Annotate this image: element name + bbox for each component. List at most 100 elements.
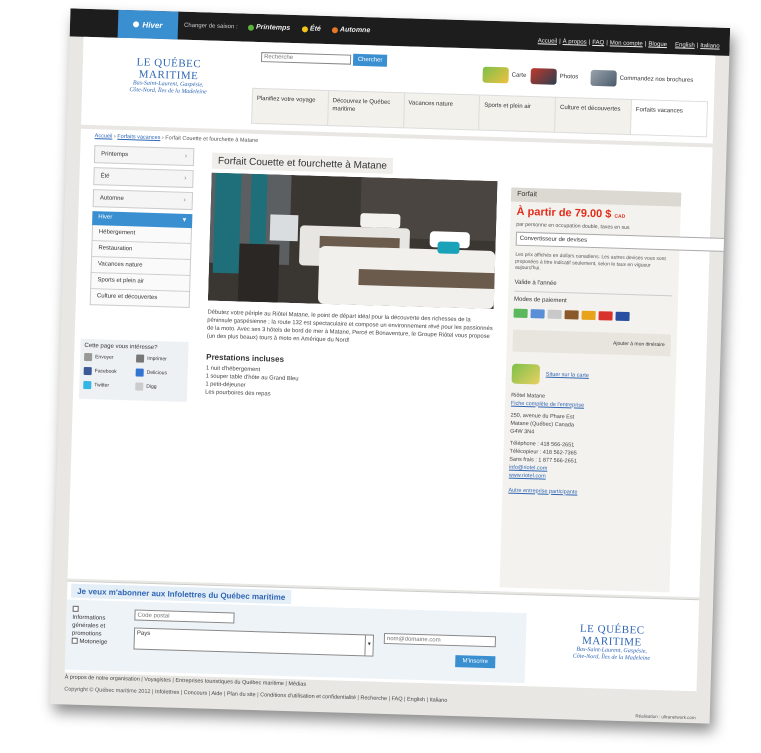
search-button[interactable]: Chercher [352,53,388,67]
breadcrumb-section[interactable]: Forfaits vacances [117,134,160,141]
share-label: Facebook [94,368,117,375]
footer-link[interactable]: English [407,697,425,704]
option-label: Motoneige [79,638,108,646]
share-email[interactable]: Envoyer [84,352,132,362]
season-link-automne[interactable]: Automne [331,26,371,35]
sidebar-item-automne[interactable]: Automne › [92,189,194,211]
quick-link-carte[interactable]: Carte [482,66,527,84]
sidebar-item-printemps[interactable]: Printemps › [93,145,195,167]
footer-link[interactable]: Plan du site [227,691,256,698]
footer-link[interactable]: Infolettres [155,689,179,696]
season-label: Printemps [255,23,291,32]
page-title: Forfait Couette et fourchette à Matane [211,152,394,174]
contact-block: Riôtel Matane Fiche complète de l'entrep… [503,387,676,488]
util-link[interactable]: À propos [563,39,587,46]
sidebar-item-hiver[interactable]: Hiver ▾ [92,211,193,229]
currency-converter-field[interactable]: Convertisseur de devises [515,231,731,253]
share-facebook[interactable]: Facebook [83,366,132,376]
email-input[interactable] [383,632,497,648]
price-currency: CAD [614,213,626,220]
footer-link[interactable]: À propos de notre organisation [65,674,140,682]
active-season-label: Hiver [142,20,163,30]
payment-card-icon [598,310,613,321]
footer-link[interactable]: FAQ [391,696,402,702]
share-digg[interactable]: Digg [135,382,183,391]
nav-item[interactable]: Planifiez votre voyage [252,88,329,126]
payment-card-icon [547,309,562,319]
quick-link-label: Photos [559,73,579,81]
subscribe-button[interactable]: M'inscrire [455,655,496,669]
country-select-value: Pays [136,630,151,638]
prestations-list: 1 nuit d'hébergement 1 souper table d'hô… [205,365,299,400]
map-icon [482,66,509,84]
season-label: Automne [339,26,371,35]
search-input[interactable] [260,52,352,65]
footer-link[interactable]: Aide [211,691,222,697]
nav-item[interactable]: Culture et découvertes [555,97,633,135]
add-to-itinerary-button[interactable]: Ajouter à mon itinéraire [613,340,665,348]
nav-item[interactable]: Sports et plein air [479,95,557,132]
quick-link-label: Carte [511,72,527,79]
logo-name: LE QUÉBEC MARITIME [136,56,202,83]
nav-item-active[interactable]: Forfaits vacances [631,100,707,137]
util-link[interactable]: Blogue [648,42,667,49]
season-sidebar: Printemps › Été › Automne › Hiver ▾ Hébergem… [89,145,195,309]
sidebar-label: Été [100,173,110,180]
util-link[interactable]: English [675,42,695,49]
footer-link[interactable]: Entreprises touristiques du Québec marit… [175,678,284,687]
sidebar-item-ete[interactable]: Été › [93,167,194,189]
season-link-ete[interactable]: Été [301,25,321,33]
chevron-down-icon: ▾ [182,216,187,224]
nav-item[interactable]: Découvrez le Québec maritime [327,91,405,128]
footer-credit[interactable]: Réalisation : ultranetwork.com [635,713,695,720]
util-link[interactable]: Mon compte [610,40,643,47]
share-delicious[interactable]: Delicious [135,368,184,377]
util-link[interactable]: FAQ [592,40,604,46]
share-label: Imprimer [147,355,167,363]
quick-link-brochures[interactable]: Commandez nos brochures [590,69,694,89]
country-select[interactable]: Pays ▼ [133,627,375,657]
site-logo[interactable]: LE QUÉBEC MARITIME Bas-Saint-Laurent, Ga… [108,56,229,98]
sidebar-subitem[interactable]: Culture et découvertes [89,289,191,309]
share-print[interactable]: Imprimer [135,354,184,363]
locate-on-map-link[interactable]: Situer sur la carte [546,371,589,378]
chevron-right-icon: › [184,152,188,160]
share-title: Cette page vous intéresse? [84,342,158,352]
add-to-itinerary-box: Ajouter à mon itinéraire [512,329,672,356]
newsletter-form: Informations générales et promotions Mot… [64,599,527,684]
footer-row-2: Copyright © Québec maritime 2012 | Infol… [64,686,448,704]
quick-link-label: Commandez nos brochures [619,75,694,84]
postal-code-input[interactable] [134,609,235,624]
payment-cards [507,304,677,326]
footer-link[interactable]: Conditions d'utilisation et confidential… [260,692,356,701]
screenshot-stage: Hiver Changer de saison : Printemps Été … [0,0,761,753]
breadcrumb: Accueil › Forfaits vacances › Forfait Co… [94,133,259,144]
footer-logo[interactable]: LE QUÉBEC MARITIME Bas-Saint-Laurent, Ga… [551,622,672,664]
chevron-right-icon: › [183,196,186,204]
util-link[interactable]: Italiano [700,43,720,50]
site-header: LE QUÉBEC MARITIME Bas-Saint-Laurent, Ga… [81,36,716,144]
season-link-printemps[interactable]: Printemps [247,23,291,32]
footer-link[interactable]: Recherche [360,695,387,702]
footer-link[interactable]: Voyagistes [144,677,171,684]
footer-link[interactable]: Concours [184,690,208,697]
footer-link[interactable]: Italiano [429,697,447,704]
active-season-tab[interactable]: Hiver [117,9,179,40]
sidebar-label: Automne [99,195,124,203]
payment-card-icon [615,311,630,321]
sidebar-label: Printemps [101,151,129,159]
main-content: Accueil › Forfaits vacances › Forfait Co… [67,128,731,598]
payment-card-icon [513,308,528,318]
share-label: Envoyer [95,354,114,361]
footer-link[interactable]: Médias [288,681,306,688]
share-twitter[interactable]: Twitter [83,380,131,390]
checkbox-general[interactable] [72,605,79,612]
breadcrumb-home[interactable]: Accueil [95,133,113,140]
leaf-icon [331,26,339,33]
quick-link-photos[interactable]: Photos [530,68,578,85]
util-link[interactable]: Accueil [538,38,558,45]
delicious-icon [135,368,144,377]
checkbox-motoneige[interactable] [71,637,78,644]
nav-item[interactable]: Vacances nature [403,93,481,130]
forfait-panel: Forfait À partir de 79.00 $ CAD par pers… [499,187,731,593]
